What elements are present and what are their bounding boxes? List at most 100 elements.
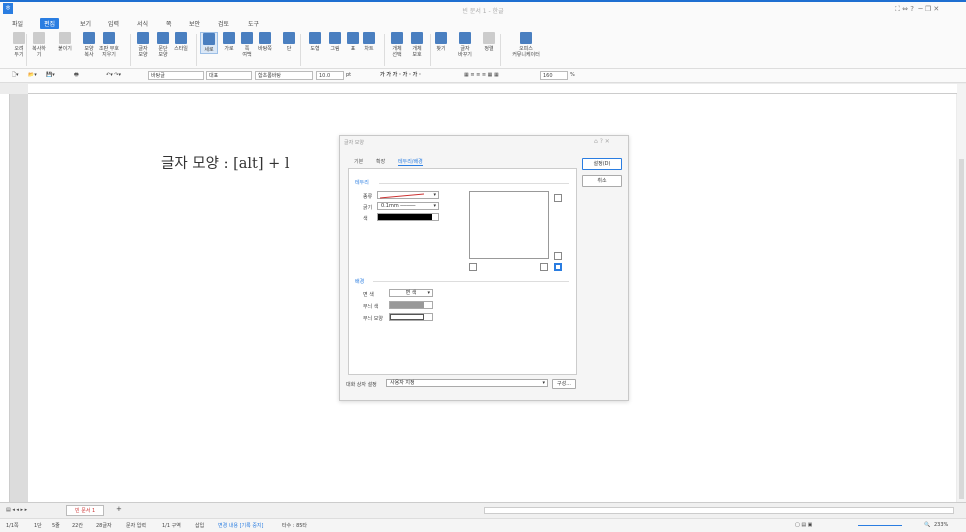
- ribbon-clearfmt-button[interactable]: 조판 부호 지우기: [98, 32, 120, 58]
- vertical-icon: [203, 33, 215, 45]
- vertical-scrollbar[interactable]: [957, 84, 966, 502]
- ribbon-navigator-button[interactable]: 오피스 커뮤니케이터: [508, 32, 544, 58]
- open-icon[interactable]: 📂▾: [28, 71, 37, 80]
- ribbon-label: 찾기: [436, 46, 446, 52]
- document-text[interactable]: 글자 모양 : [alt] + l: [161, 152, 290, 173]
- document-tab[interactable]: 빈 문서 1: [66, 505, 105, 516]
- print-icon[interactable]: 🖶: [74, 71, 79, 80]
- zoom-slider[interactable]: [858, 525, 902, 526]
- menu-edit[interactable]: 편집: [40, 18, 60, 29]
- lang-select[interactable]: 대표: [206, 71, 252, 80]
- ribbon-replace-button[interactable]: 글자 바꾸기: [456, 32, 474, 58]
- face-color-select[interactable]: 면 색 ▾: [389, 289, 433, 297]
- font-size-input[interactable]: 10.0: [316, 71, 344, 80]
- window-controls[interactable]: ⛶ ⇔ ? ─ ❐ ✕: [895, 5, 939, 14]
- tab-extended[interactable]: 확장: [376, 158, 385, 165]
- ribbon-label: 쪽 여백: [242, 46, 252, 58]
- menu-page[interactable]: 쪽: [166, 19, 172, 28]
- ribbon-fmtcopy-button[interactable]: 모양 복사: [80, 32, 98, 58]
- dialog-close-icon[interactable]: ⌂ ? ✕: [594, 138, 610, 145]
- ribbon-copy-button[interactable]: 복사하기: [30, 32, 48, 58]
- border-preview[interactable]: [469, 191, 549, 259]
- ribbon-margin-button[interactable]: 쪽 여백: [238, 32, 256, 58]
- align-buttons[interactable]: ▦ ≡ ≡ ≡ ▦ ▦: [464, 71, 499, 80]
- new-doc-icon[interactable]: 🗋▾: [12, 71, 19, 80]
- border-type-select[interactable]: ▾: [377, 191, 439, 199]
- fmtcopy-icon: [83, 32, 95, 44]
- zoom-icon[interactable]: 🔍: [924, 522, 930, 528]
- pattern-shape-select[interactable]: [389, 313, 433, 321]
- tab-basic[interactable]: 기본: [354, 158, 363, 165]
- bg-section-label: 배경: [355, 279, 365, 285]
- border-right-icon[interactable]: [554, 252, 562, 260]
- ribbon-pagebg-button[interactable]: 바탕쪽: [256, 32, 274, 52]
- font-select[interactable]: 함초롬바탕: [255, 71, 313, 80]
- size-unit[interactable]: pt: [346, 71, 351, 80]
- border-inner-icon[interactable]: [540, 263, 548, 271]
- border-top-icon[interactable]: [554, 194, 562, 202]
- dialog-title: 글자 모양: [344, 140, 364, 146]
- horizontal-icon: [223, 32, 235, 44]
- ribbon-paste-button[interactable]: 붙이기: [56, 32, 74, 52]
- compose-button[interactable]: 구성...: [552, 379, 576, 389]
- ribbon-label: 글자 바꾸기: [458, 46, 472, 58]
- border-left-icon[interactable]: [469, 263, 477, 271]
- status-track[interactable]: 변경 내용 [기록 중지]: [218, 522, 263, 529]
- ribbon-charshape-button[interactable]: 글자 모양: [134, 32, 152, 58]
- ribbon-vertical-button[interactable]: 세로: [200, 32, 218, 54]
- style-select[interactable]: 바탕글: [148, 71, 204, 80]
- face-color-value: 면 색: [405, 290, 417, 296]
- ribbon-objsel-button[interactable]: 개체 선택: [388, 32, 406, 58]
- ribbon-separator: [300, 34, 301, 66]
- menu-review[interactable]: 검토: [218, 19, 229, 28]
- ribbon-chart-button[interactable]: 차트: [360, 32, 378, 52]
- horizontal-ruler[interactable]: [28, 84, 958, 94]
- menu-insert[interactable]: 입력: [108, 19, 119, 28]
- ribbon-shape-button[interactable]: 도형: [306, 32, 324, 52]
- type-label: 종류: [363, 194, 373, 200]
- status-insert[interactable]: 삽입: [195, 522, 204, 529]
- find-icon: [435, 32, 447, 44]
- ribbon-label: 단: [286, 46, 292, 52]
- horizontal-scrollbar[interactable]: [484, 507, 954, 514]
- pattern-color-swatch: [390, 302, 424, 308]
- ribbon-sort-button[interactable]: 정렬: [480, 32, 498, 52]
- border-color-select[interactable]: [377, 213, 439, 221]
- pattern-color-select[interactable]: [389, 301, 433, 309]
- view-mode-icons[interactable]: ▢ ▤ ▣: [795, 522, 812, 528]
- ribbon-label: 도형: [310, 46, 320, 52]
- chart-icon: [363, 32, 375, 44]
- bold-button[interactable]: 가 가 가 · 가 · 가 ·: [380, 71, 421, 80]
- zoom-input[interactable]: 160: [540, 71, 568, 80]
- ribbon-find-button[interactable]: 찾기: [432, 32, 450, 52]
- vertical-ruler[interactable]: [0, 94, 10, 502]
- tab-border-bg[interactable]: 테두리/배경: [398, 158, 423, 166]
- title-bar: ㅎ 빈 문서 1 - 한글 ⛶ ⇔ ? ─ ❐ ✕: [0, 0, 966, 17]
- scroll-thumb[interactable]: [959, 159, 964, 499]
- ribbon-objprot-button[interactable]: 개체 보호: [408, 32, 426, 58]
- save-icon[interactable]: 💾▾: [46, 71, 55, 80]
- preset-select[interactable]: 사용자 지정 ▾: [386, 379, 548, 387]
- margin-icon: [241, 32, 253, 44]
- ribbon-label: 차트: [364, 46, 374, 52]
- shape-icon: [309, 32, 321, 44]
- undo-icon[interactable]: ↶▾ ↷▾: [106, 71, 121, 80]
- border-width-select[interactable]: 0.1mm ───── ▾: [377, 202, 439, 210]
- ribbon-style-button[interactable]: 스타일: [172, 32, 190, 52]
- tab-nav-icon[interactable]: ▤ ◂ ◂ ▸ ▸: [6, 507, 27, 513]
- ribbon-parashape-button[interactable]: 문단 모양: [154, 32, 172, 58]
- menu-tools[interactable]: 도구: [248, 19, 259, 28]
- menu-view[interactable]: 보기: [80, 19, 91, 28]
- ribbon-column-button[interactable]: 단: [280, 32, 298, 52]
- menu-security[interactable]: 보안: [189, 19, 200, 28]
- ribbon-label: 붙이기: [58, 46, 72, 52]
- menu-format[interactable]: 서식: [137, 19, 148, 28]
- ok-button[interactable]: 설정(D): [582, 158, 622, 170]
- cancel-button[interactable]: 취소: [582, 175, 622, 187]
- add-tab-button[interactable]: +: [116, 505, 122, 513]
- ribbon-horizontal-button[interactable]: 가로: [220, 32, 238, 52]
- border-color-swatch: [378, 214, 432, 220]
- menu-file[interactable]: 파일: [12, 19, 23, 28]
- border-all-icon[interactable]: [554, 263, 562, 271]
- ribbon-picture-button[interactable]: 그림: [326, 32, 344, 52]
